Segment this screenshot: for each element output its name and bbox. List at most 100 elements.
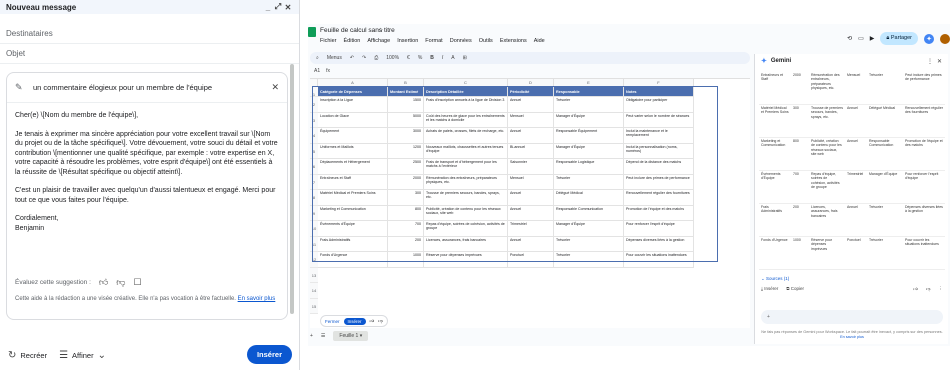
table-cell[interactable]: Matériel Médical et Premiers Soins bbox=[318, 190, 388, 205]
menu-item[interactable]: Affichage bbox=[367, 38, 390, 44]
table-cell[interactable]: Trésorier bbox=[554, 236, 624, 251]
table-header-cell[interactable]: Catégorie de Dépenses bbox=[318, 87, 388, 96]
learn-more-link[interactable]: En savoir plus bbox=[238, 296, 276, 302]
recipients-field[interactable]: Destinataires bbox=[0, 24, 299, 44]
table-cell[interactable]: Ponctuel bbox=[508, 252, 554, 267]
feedback-icon[interactable]: ☐ bbox=[133, 277, 141, 288]
menu-item[interactable]: Format bbox=[425, 38, 442, 44]
table-cell[interactable]: Peut inclure des primes de performance bbox=[624, 174, 694, 189]
table-cell[interactable]: Trésorier bbox=[554, 97, 624, 112]
table-header-cell[interactable]: Notes bbox=[624, 87, 694, 96]
print-icon[interactable]: ⎙ bbox=[374, 55, 378, 61]
table-cell[interactable]: Frais Administratifs bbox=[318, 236, 388, 251]
table-cell[interactable]: Réserve pour dépenses imprévues bbox=[424, 252, 508, 267]
row-header[interactable]: 1 bbox=[310, 87, 318, 97]
table-cell[interactable]: Repas d'équipe, soirées de cohésion, act… bbox=[424, 221, 508, 236]
bold-icon[interactable]: B bbox=[430, 55, 434, 61]
table-cell[interactable]: Location de Glace bbox=[318, 112, 388, 127]
search-menus[interactable]: Menus bbox=[327, 55, 342, 61]
table-cell[interactable]: Inclut la personnalisation (noms, numéro… bbox=[624, 143, 694, 158]
table-cell[interactable]: Annuel bbox=[508, 190, 554, 205]
copy-action[interactable]: ⧉ Copier bbox=[786, 286, 804, 292]
text-color-icon[interactable]: A bbox=[451, 55, 454, 61]
menu-item[interactable]: Édition bbox=[344, 38, 361, 44]
table-cell[interactable]: Rémunération des entraîneurs, préparateu… bbox=[424, 174, 508, 189]
row-header[interactable]: 2 bbox=[310, 97, 318, 113]
corner-cell[interactable] bbox=[310, 79, 318, 87]
menu-item[interactable]: Insertion bbox=[397, 38, 418, 44]
table-cell[interactable]: Mensuel bbox=[508, 174, 554, 189]
close-icon[interactable]: ✕ bbox=[283, 3, 293, 12]
menu-item[interactable]: Données bbox=[450, 38, 472, 44]
table-cell[interactable]: 1500 bbox=[388, 97, 424, 112]
table-cell[interactable]: Délégué Médical bbox=[554, 190, 624, 205]
table-cell[interactable]: Inscription à la Ligue bbox=[318, 97, 388, 112]
table-cell[interactable]: 700 bbox=[388, 221, 424, 236]
table-cell[interactable]: Responsable Logistique bbox=[554, 159, 624, 174]
scrollbar-thumb[interactable] bbox=[290, 64, 294, 314]
table-cell[interactable]: 1000 bbox=[388, 252, 424, 267]
table-cell[interactable]: 5000 bbox=[388, 112, 424, 127]
table-cell[interactable]: Frais de transport et d'hébergement pour… bbox=[424, 159, 508, 174]
table-header-cell[interactable]: Description Détaillée bbox=[424, 87, 508, 96]
table-cell[interactable]: Marketing et Communication bbox=[318, 205, 388, 220]
refine-button[interactable]: ☰ Affiner ⌄ bbox=[59, 350, 106, 361]
table-header-cell[interactable]: Responsable bbox=[554, 87, 624, 96]
column-header[interactable]: B bbox=[388, 79, 424, 87]
meet-icon[interactable]: ▶ bbox=[870, 35, 875, 42]
thumbs-up-icon[interactable]: 👍︎ bbox=[913, 286, 918, 292]
table-cell[interactable]: 300 bbox=[388, 190, 424, 205]
column-header[interactable]: F bbox=[624, 79, 694, 87]
table-cell[interactable]: Dépend de la distance des matchs bbox=[624, 159, 694, 174]
row-header[interactable]: 13 bbox=[310, 267, 318, 283]
table-cell[interactable]: Inclut la maintenance et le remplacement bbox=[624, 128, 694, 143]
table-cell[interactable]: Nouveaux maillots, chaussettes et autres… bbox=[424, 143, 508, 158]
more-icon[interactable]: ⋮ bbox=[939, 286, 944, 292]
search-icon[interactable]: ⌕ bbox=[316, 55, 319, 61]
table-cell[interactable]: 2500 bbox=[388, 159, 424, 174]
share-button[interactable]: 🔒︎ Partager bbox=[880, 32, 918, 45]
menu-item[interactable]: Extensions bbox=[500, 38, 527, 44]
table-cell[interactable]: Dépenses diverses liées à la gestion bbox=[624, 236, 694, 251]
learn-more-link[interactable]: En savoir plus bbox=[840, 335, 864, 339]
table-cell[interactable]: Licences, assurances, frais bancaires bbox=[424, 236, 508, 251]
thumbs-up-icon[interactable]: 👍︎ bbox=[370, 318, 375, 324]
table-cell[interactable]: Publicité, création de contenu pour les … bbox=[424, 205, 508, 220]
close-preview-button[interactable]: Fermer bbox=[325, 319, 340, 324]
table-cell[interactable]: Trousse de premiers secours, bandes, spr… bbox=[424, 190, 508, 205]
table-cell[interactable]: Événements d'Équipe bbox=[318, 221, 388, 236]
column-header[interactable]: D bbox=[508, 79, 554, 87]
table-cell[interactable]: Annuel bbox=[508, 128, 554, 143]
close-icon[interactable]: ✕ bbox=[937, 58, 942, 65]
recreate-button[interactable]: ↻ Recréer bbox=[8, 350, 47, 361]
table-cell[interactable]: Fonds d'Urgence bbox=[318, 252, 388, 267]
percent-icon[interactable]: % bbox=[418, 55, 422, 61]
thumbs-down-icon[interactable]: 👎︎ bbox=[378, 318, 383, 324]
avatar[interactable] bbox=[940, 33, 950, 44]
undo-icon[interactable]: ↶ bbox=[350, 55, 354, 61]
column-header[interactable]: C bbox=[424, 79, 508, 87]
menu-item[interactable]: Outils bbox=[479, 38, 493, 44]
comment-icon[interactable]: ▭ bbox=[858, 35, 864, 42]
menu-item[interactable]: Aide bbox=[534, 38, 545, 44]
row-header[interactable]: 8 bbox=[310, 190, 318, 206]
column-header[interactable]: E bbox=[554, 79, 624, 87]
table-cell[interactable]: Saisonnier bbox=[508, 159, 554, 174]
gemini-icon[interactable]: ✦ bbox=[924, 33, 934, 44]
cell-reference[interactable]: A1 bbox=[314, 68, 320, 74]
table-cell[interactable]: Trésorier bbox=[554, 252, 624, 267]
borders-icon[interactable]: ⊞ bbox=[463, 55, 467, 61]
table-cell[interactable]: Pour renforcer l'esprit d'équipe bbox=[624, 221, 694, 236]
all-sheets-icon[interactable]: ☰ bbox=[321, 333, 325, 339]
table-cell[interactable]: Promotion de l'équipe et des matchs bbox=[624, 205, 694, 220]
row-header[interactable]: 14 bbox=[310, 283, 318, 299]
thumbs-down-icon[interactable]: 👎︎ bbox=[116, 277, 125, 288]
column-header[interactable]: A bbox=[318, 79, 388, 87]
add-sheet-icon[interactable]: + bbox=[310, 333, 313, 339]
table-cell[interactable]: Entraîneurs et Staff bbox=[318, 174, 388, 189]
row-header[interactable]: 11 bbox=[310, 236, 318, 252]
row-header[interactable]: 5 bbox=[310, 143, 318, 159]
menu-item[interactable]: Fichier bbox=[320, 38, 337, 44]
table-cell[interactable]: 200 bbox=[388, 236, 424, 251]
minimize-icon[interactable]: _ bbox=[263, 3, 273, 12]
